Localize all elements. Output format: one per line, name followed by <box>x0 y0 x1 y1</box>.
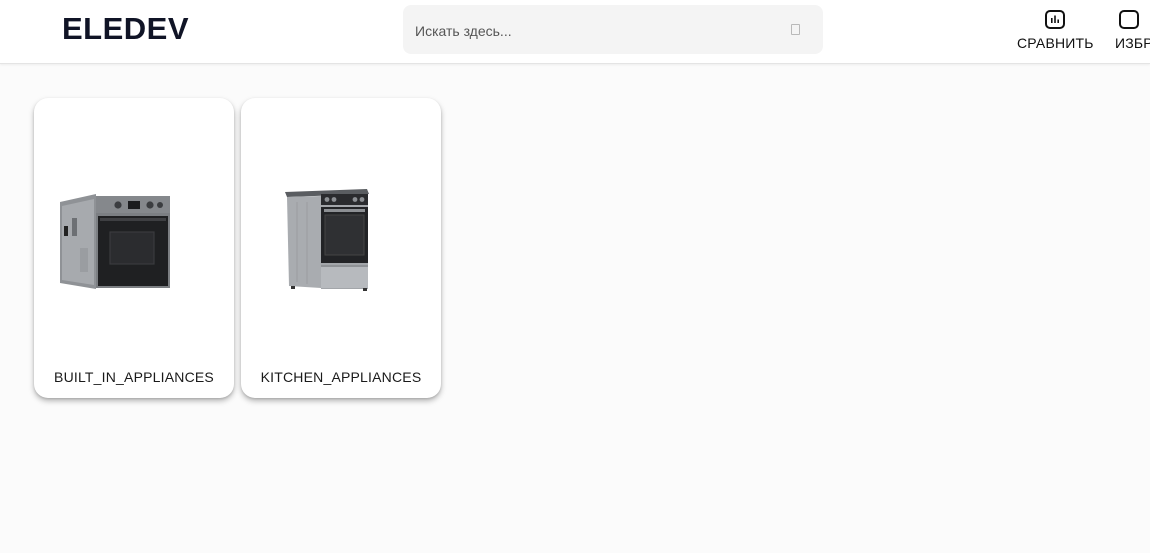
category-label: KITCHEN_APPLIANCES <box>260 369 422 385</box>
logo[interactable]: ELEDEV <box>62 11 189 47</box>
favorites-label: ИЗБР <box>1115 35 1150 51</box>
compare-button[interactable]: СРАВНИТЬ <box>1016 8 1096 56</box>
search-input[interactable] <box>413 5 777 56</box>
built-in-oven-image <box>60 194 170 289</box>
compare-chart-icon <box>1045 10 1065 29</box>
category-card-kitchen[interactable]: KITCHEN_APPLIANCES <box>241 98 441 398</box>
favorites-icon <box>1119 10 1139 29</box>
search-icon[interactable] <box>791 24 800 35</box>
category-card-built-in[interactable]: BUILT_IN_APPLIANCES <box>34 98 234 398</box>
category-label: BUILT_IN_APPLIANCES <box>54 369 214 385</box>
electric-stove-image <box>285 189 369 291</box>
header: ELEDEV СРАВНИТЬ ИЗБР <box>0 0 1150 64</box>
favorites-button[interactable]: ИЗБР <box>1114 8 1150 56</box>
search-bar <box>403 5 823 56</box>
compare-label: СРАВНИТЬ <box>1017 35 1094 51</box>
